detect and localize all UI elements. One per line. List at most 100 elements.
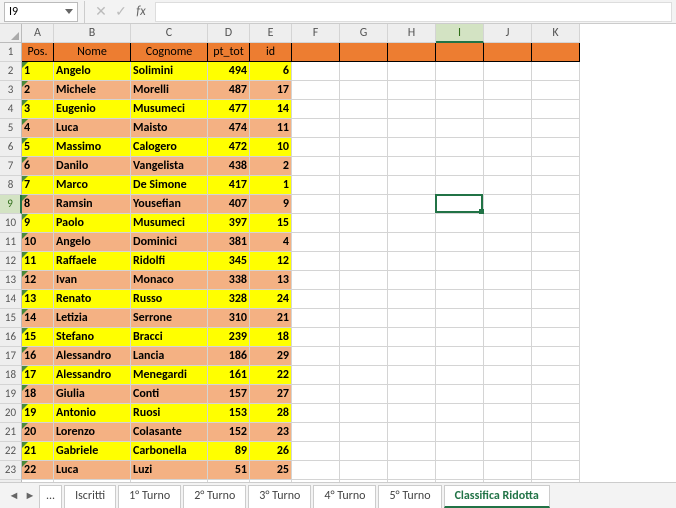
cell-empty[interactable]: [292, 62, 340, 81]
cell-nome[interactable]: Paolo: [54, 214, 131, 233]
cell-empty[interactable]: [340, 100, 388, 119]
cell-empty[interactable]: [532, 62, 580, 81]
row-header-12[interactable]: 12: [0, 252, 22, 271]
cell-empty[interactable]: [340, 81, 388, 100]
cell-nome[interactable]: Antonio: [54, 404, 131, 423]
cell-empty[interactable]: [484, 119, 532, 138]
cell-empty[interactable]: [436, 423, 484, 442]
cell-empty[interactable]: [388, 214, 436, 233]
cell-empty[interactable]: [532, 385, 580, 404]
cell-empty[interactable]: [484, 423, 532, 442]
cell-empty[interactable]: [532, 347, 580, 366]
cell-pt[interactable]: 328: [208, 290, 250, 309]
cell-pos[interactable]: 17: [22, 366, 54, 385]
tab-ellipsis[interactable]: ...: [39, 485, 62, 508]
cell-cognome[interactable]: Maisto: [131, 119, 208, 138]
cell-empty[interactable]: [340, 62, 388, 81]
cell-empty[interactable]: [292, 442, 340, 461]
cell-empty[interactable]: [292, 252, 340, 271]
cell-pos[interactable]: 8: [22, 195, 54, 214]
cell-pt[interactable]: 381: [208, 233, 250, 252]
cell-cognome[interactable]: Conti: [131, 385, 208, 404]
cell-cognome[interactable]: Musumeci: [131, 100, 208, 119]
cell-empty[interactable]: [484, 214, 532, 233]
cell-empty[interactable]: [532, 461, 580, 480]
cell-empty[interactable]: [436, 385, 484, 404]
cell-empty[interactable]: [532, 423, 580, 442]
cell-nome[interactable]: Stefano: [54, 328, 131, 347]
cell-pt[interactable]: 494: [208, 62, 250, 81]
cell-cognome[interactable]: Musumeci: [131, 214, 208, 233]
cell-empty[interactable]: [388, 366, 436, 385]
cell-empty[interactable]: [340, 214, 388, 233]
column-header-H[interactable]: H: [388, 24, 436, 43]
cell-empty[interactable]: [436, 176, 484, 195]
cell-pos[interactable]: 19: [22, 404, 54, 423]
cell-empty[interactable]: [436, 157, 484, 176]
cell-empty[interactable]: [340, 347, 388, 366]
cell-empty[interactable]: [388, 461, 436, 480]
cell-empty[interactable]: [436, 442, 484, 461]
cell-empty[interactable]: [532, 195, 580, 214]
cell-empty[interactable]: [292, 328, 340, 347]
cell-empty[interactable]: [388, 119, 436, 138]
row-header-20[interactable]: 20: [0, 404, 22, 423]
cell-pt[interactable]: 487: [208, 81, 250, 100]
row-header-15[interactable]: 15: [0, 309, 22, 328]
row-header-3[interactable]: 3: [0, 81, 22, 100]
cell-empty[interactable]: [484, 43, 532, 62]
cell-pos[interactable]: 13: [22, 290, 54, 309]
cell-pos[interactable]: 12: [22, 271, 54, 290]
cell-empty[interactable]: [532, 366, 580, 385]
cell-empty[interactable]: [388, 423, 436, 442]
cell-empty[interactable]: [436, 214, 484, 233]
cell-empty[interactable]: [484, 233, 532, 252]
cell-empty[interactable]: [340, 442, 388, 461]
cell-empty[interactable]: [532, 176, 580, 195]
cell-pos[interactable]: 2: [22, 81, 54, 100]
cell-empty[interactable]: [436, 233, 484, 252]
cell-empty[interactable]: [532, 442, 580, 461]
cell-empty[interactable]: [436, 366, 484, 385]
cell-pt[interactable]: 152: [208, 423, 250, 442]
cell-empty[interactable]: [292, 461, 340, 480]
cell-id[interactable]: 26: [250, 442, 292, 461]
cell-pos[interactable]: 3: [22, 100, 54, 119]
cell-nome[interactable]: Danilo: [54, 157, 131, 176]
cell-id[interactable]: 23: [250, 423, 292, 442]
header-pos[interactable]: Pos.: [22, 43, 54, 62]
cell-pos[interactable]: 22: [22, 461, 54, 480]
spreadsheet-grid[interactable]: ABCDEFGHIJK1Pos.NomeCognomept_totid21Ang…: [0, 24, 676, 482]
cell-nome[interactable]: Michele: [54, 81, 131, 100]
cell-empty[interactable]: [436, 100, 484, 119]
cell-pos[interactable]: 6: [22, 157, 54, 176]
column-header-D[interactable]: D: [208, 24, 250, 43]
row-header-14[interactable]: 14: [0, 290, 22, 309]
cell-empty[interactable]: [388, 195, 436, 214]
row-header-2[interactable]: 2: [0, 62, 22, 81]
sheet-tab[interactable]: 4° Turno: [313, 485, 376, 508]
cell-id[interactable]: 13: [250, 271, 292, 290]
cell-empty[interactable]: [484, 81, 532, 100]
sheet-tab[interactable]: Classifica Ridotta: [444, 485, 550, 508]
cell-pt[interactable]: 417: [208, 176, 250, 195]
cell-empty[interactable]: [340, 366, 388, 385]
header-id[interactable]: id: [250, 43, 292, 62]
cell-empty[interactable]: [484, 195, 532, 214]
cell-id[interactable]: 12: [250, 252, 292, 271]
cell-id[interactable]: 15: [250, 214, 292, 233]
cell-empty[interactable]: [388, 347, 436, 366]
row-header-22[interactable]: 22: [0, 442, 22, 461]
cell-empty[interactable]: [484, 328, 532, 347]
cell-empty[interactable]: [484, 176, 532, 195]
cell-pos[interactable]: 5: [22, 138, 54, 157]
column-header-K[interactable]: K: [532, 24, 580, 43]
formula-input[interactable]: [155, 2, 672, 22]
cell-pos[interactable]: 21: [22, 442, 54, 461]
cell-empty[interactable]: [388, 157, 436, 176]
cell-empty[interactable]: [436, 81, 484, 100]
row-header-17[interactable]: 17: [0, 347, 22, 366]
cell-empty[interactable]: [484, 404, 532, 423]
cell-empty[interactable]: [436, 195, 484, 214]
cell-empty[interactable]: [532, 404, 580, 423]
